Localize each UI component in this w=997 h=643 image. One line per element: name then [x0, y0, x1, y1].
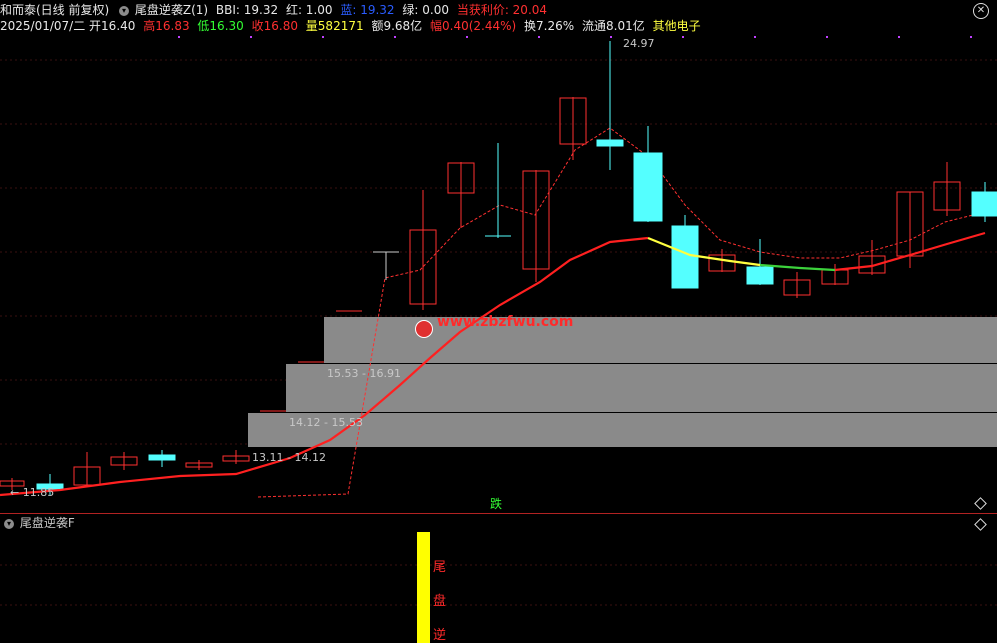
profit-price: 当获利价: 20.04 — [456, 3, 548, 17]
header-info-row-1: 和而泰(日线 前复权) ▾ 尾盘逆袭Z(1) BBI: 19.32 红: 1.0… — [0, 2, 551, 18]
header-info-row-2: 2025/01/07/二 开16.40 高16.83 低16.30 收16.80… — [0, 18, 705, 34]
change: 幅0.40(2.44%) — [430, 19, 517, 33]
stock-title: 和而泰(日线 前复权) — [0, 3, 110, 17]
chevron-down-icon[interactable]: ▾ — [4, 518, 14, 529]
date-label: 2025/01/07/二 — [0, 19, 86, 33]
candle — [633, 126, 663, 222]
vertical-text-3: 逆 — [433, 628, 447, 643]
candle — [148, 450, 176, 467]
amount: 额9.68亿 — [371, 19, 423, 33]
vertical-text-2: 盘 — [433, 594, 447, 609]
candle — [933, 162, 961, 216]
peak-price-label: 24.97 — [623, 37, 655, 50]
candle — [746, 239, 774, 285]
green-value: 绿: 0.00 — [402, 3, 449, 17]
signal-die-label: 跌 — [490, 497, 503, 511]
zone-3-label: 15.53 - 16.91 — [327, 367, 401, 380]
candle — [559, 97, 587, 160]
candle — [73, 452, 101, 487]
candle — [858, 240, 886, 275]
float-shares: 流通8.01亿 — [582, 19, 645, 33]
close-price: 收16.80 — [251, 19, 298, 33]
candle — [373, 251, 399, 280]
sub-panel-title[interactable]: ▾ 尾盘逆袭F — [2, 515, 75, 531]
candle — [447, 162, 475, 228]
open-price: 开16.40 — [89, 19, 136, 33]
high-price: 高16.83 — [143, 19, 190, 33]
zone-2-label: 14.12 - 15.53 — [289, 416, 363, 429]
bbi-line-yellow — [647, 236, 761, 267]
bbi-value: BBI: 19.32 — [215, 3, 279, 17]
blue-value: 蓝: 19.32 — [340, 3, 395, 17]
watermark-logo-icon — [415, 320, 433, 338]
candle — [671, 215, 699, 289]
candle — [485, 143, 511, 238]
candle — [185, 460, 213, 470]
low-price: 低16.30 — [197, 19, 244, 33]
sector[interactable]: 其他电子 — [653, 19, 701, 33]
red-value: 红: 1.00 — [285, 3, 333, 17]
zone-1-label: 13.11 - 14.12 — [252, 451, 326, 464]
candle — [222, 450, 250, 464]
close-icon[interactable]: ✕ — [973, 3, 989, 19]
signal-bar — [417, 532, 430, 643]
low-price-label: ← 11.85 — [10, 486, 55, 499]
candle — [409, 190, 437, 310]
chevron-down-icon[interactable]: ▾ — [119, 5, 130, 16]
volume: 量582171 — [305, 19, 364, 33]
vertical-text-1: 尾 — [433, 560, 447, 575]
turnover: 换7.26% — [524, 19, 575, 33]
candle — [783, 272, 811, 298]
panel-divider[interactable] — [0, 513, 997, 514]
candle — [110, 452, 138, 470]
candle — [821, 264, 849, 285]
top-markers — [178, 36, 972, 38]
watermark: www.zbzfwu.com — [437, 314, 574, 330]
candle — [522, 170, 550, 282]
indicator-name[interactable]: 尾盘逆袭Z(1) — [135, 3, 208, 17]
